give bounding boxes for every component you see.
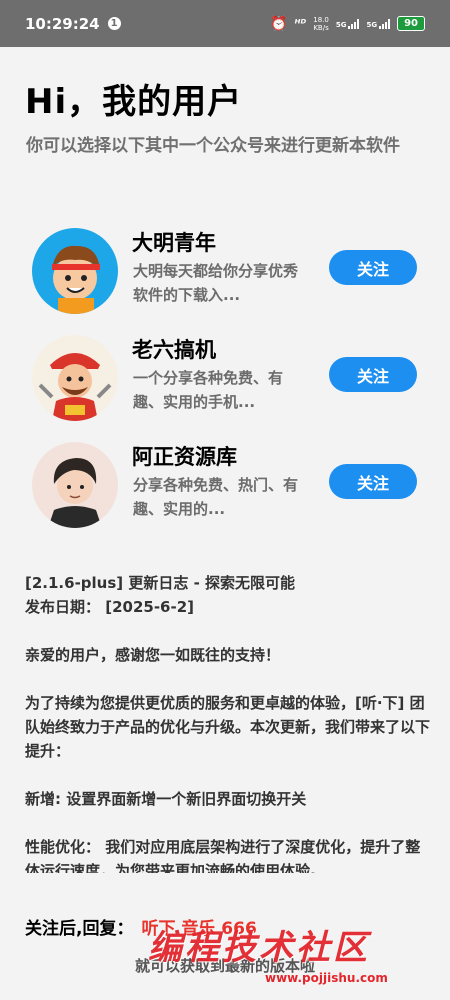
account-desc: 大明每天都给你分享优秀软件的下载入... <box>133 262 299 304</box>
network-type-1: 5G <box>335 20 347 29</box>
account-name: 阿正资源库 <box>132 445 237 469</box>
status-icons: ⏰ ᴴᴰ 18.0 KB/s 5G 5G 90 <box>270 0 425 47</box>
follow-button[interactable]: 关注 <box>329 250 417 285</box>
account-desc: 分享各种免费、热门、有趣、实用的... <box>133 476 299 518</box>
changelog-perf: 性能优化： 我们对应用底层架构进行了深度优化，提升了整体运行速度，为您带来更加流… <box>25 838 421 873</box>
network-speed: 18.0 KB/s <box>313 16 329 32</box>
speed-unit: KB/s <box>313 23 329 32</box>
follow-button[interactable]: 关注 <box>329 357 417 392</box>
young-man-avatar <box>32 442 118 528</box>
watermark-logo: 编程技术社区 <box>148 928 370 968</box>
changelog-text: [2.1.6-plus] 更新日志 - 探索无限可能 发布日期： [2025-6… <box>25 571 430 873</box>
account-item-daming[interactable]: 大明青年 大明每天都给你分享优秀软件的下载入... 关注 <box>30 226 425 318</box>
account-name: 老六搞机 <box>132 338 216 362</box>
footer-label: 关注后,回复： <box>25 919 134 939</box>
account-item-azheng[interactable]: 阿正资源库 分享各种免费、热门、有趣、实用的... 关注 <box>30 440 425 532</box>
cartoon-boy-avatar <box>32 228 118 314</box>
account-name: 大明青年 <box>132 231 216 255</box>
changelog-version: [2.1.6-plus] 更新日志 - 探索无限可能 <box>25 574 296 592</box>
changelog-date: 发布日期： [2025-6-2] <box>25 598 195 616</box>
account-item-laoliu[interactable]: 老六搞机 一个分享各种免费、有趣、实用的手机... 关注 <box>30 333 425 425</box>
changelog-greeting: 亲爱的用户，感谢您一如既往的支持！ <box>25 646 281 664</box>
network-type-2: 5G <box>366 20 378 29</box>
battery-icon: 90 <box>397 16 425 31</box>
status-time: 10:29:24 <box>25 14 100 33</box>
page-title: Hi，我的用户 <box>25 82 243 122</box>
signal-icon: 5G <box>335 18 360 29</box>
page-subtitle: 你可以选择以下其中一个公众号来进行更新本软件 <box>26 136 400 156</box>
mechanic-avatar <box>32 335 118 421</box>
speed-value: 18.0 <box>313 15 329 24</box>
follow-button[interactable]: 关注 <box>329 464 417 499</box>
signal-icon-2: 5G <box>366 18 391 29</box>
hd-icon: ᴴᴰ <box>294 17 307 30</box>
alarm-icon: ⏰ <box>270 15 288 32</box>
account-desc: 一个分享各种免费、有趣、实用的手机... <box>133 369 284 411</box>
watermark-url: www.pojjishu.com <box>265 971 388 985</box>
notification-badge: 1 <box>107 17 121 30</box>
changelog-new-feature: 新增: 设置界面新增一个新旧界面切换开关 <box>25 790 307 808</box>
changelog-intro: 为了持续为您提供更优质的服务和更卓越的体验，[听·下] 团队始终致力于产品的优化… <box>25 694 430 760</box>
status-bar: 10:29:24 1 ⏰ ᴴᴰ 18.0 KB/s 5G 5G 90 <box>0 0 450 47</box>
